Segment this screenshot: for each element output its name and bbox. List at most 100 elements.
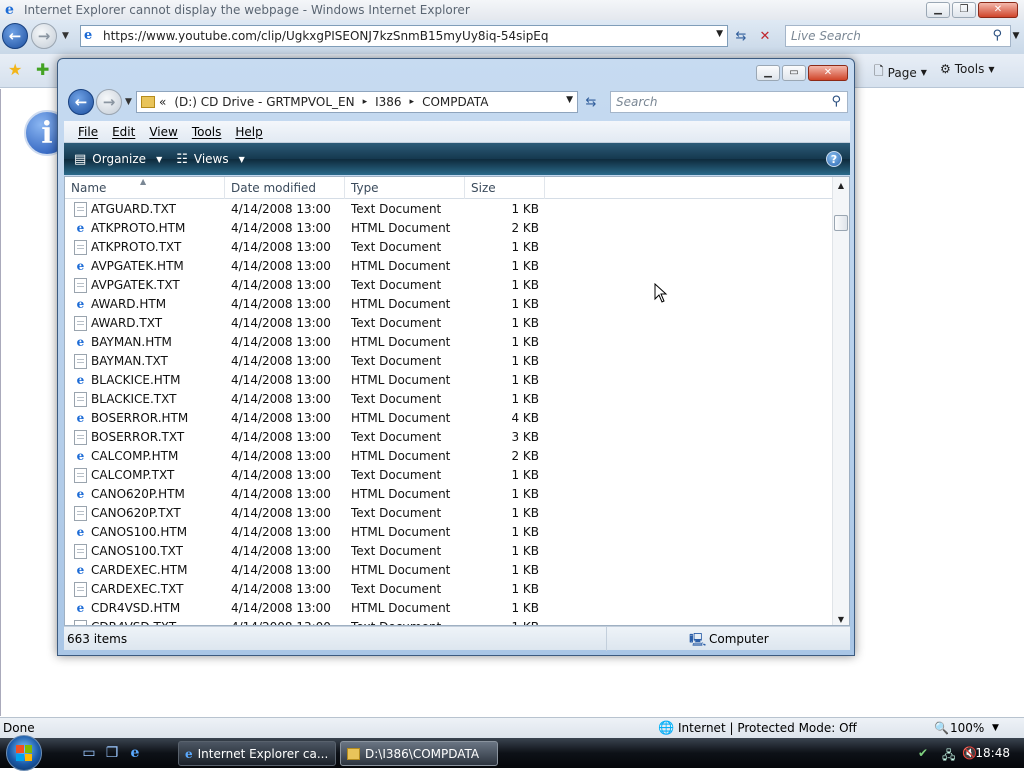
- file-date: 4/14/2008 13:00: [231, 297, 331, 311]
- taskbar-button-ie[interactable]: e Internet Explorer ca...: [178, 741, 336, 766]
- explorer-search-input[interactable]: Search ⚲: [610, 91, 848, 113]
- close-button[interactable]: ✕: [978, 2, 1018, 18]
- breadcrumb-separator-icon[interactable]: ▸: [363, 97, 368, 107]
- file-row[interactable]: CARDEXEC.TXT 4/14/2008 13:00 Text Document…: [65, 580, 833, 599]
- explorer-history-dropdown-icon[interactable]: ▼: [125, 97, 132, 107]
- breadcrumb-i386[interactable]: I386: [375, 95, 401, 109]
- add-favorites-icon[interactable]: ✚: [36, 60, 49, 79]
- url-field[interactable]: e https://www.youtube.com/clip/UgkxgPISE…: [80, 25, 728, 47]
- vertical-scrollbar[interactable]: ▲ ▼: [832, 177, 849, 625]
- maximize-button[interactable]: ❐: [952, 2, 976, 18]
- live-search-input[interactable]: Live Search ⚲: [785, 25, 1011, 47]
- menu-file[interactable]: File: [78, 125, 98, 139]
- zoom-level[interactable]: 100%: [950, 721, 984, 735]
- start-button[interactable]: [6, 735, 42, 771]
- file-row[interactable]: BOSERROR.TXT 4/14/2008 13:00 Text Document…: [65, 428, 833, 447]
- organize-button[interactable]: ▤ Organize ▼: [74, 152, 162, 167]
- clock[interactable]: 18:48: [975, 746, 1010, 760]
- views-button[interactable]: ☷ Views ▼: [176, 152, 245, 167]
- search-icon[interactable]: ⚲: [992, 28, 1002, 43]
- column-header-name[interactable]: ▲ Name: [65, 177, 225, 199]
- search-options-icon[interactable]: ▼: [1010, 25, 1022, 47]
- explorer-refresh-icon[interactable]: ⇆: [580, 91, 602, 113]
- scroll-thumb[interactable]: [834, 215, 848, 231]
- tools-dropdown-icon: ▼: [988, 64, 995, 74]
- tools-menu-button[interactable]: ⚙ Tools ▼: [940, 62, 994, 76]
- file-row[interactable]: AVPGATEK.TXT 4/14/2008 13:00 Text Document…: [65, 276, 833, 295]
- file-row[interactable]: CALCOMP.TXT 4/14/2008 13:00 Text Document 1…: [65, 466, 833, 485]
- file-row[interactable]: CDR4VSD.TXT 4/14/2008 13:00 Text Document1…: [65, 618, 833, 625]
- file-row[interactable]: e CDR4VSD.HTM 4/14/2008 13:00 HTML Document…: [65, 599, 833, 618]
- page-menu-button[interactable]: 🗋 Page ▼: [874, 62, 927, 83]
- stop-icon[interactable]: ✕: [754, 25, 776, 47]
- ie-quicklaunch-icon[interactable]: e: [127, 745, 143, 761]
- menu-view[interactable]: View: [149, 125, 177, 139]
- tray-network-icon[interactable]: 🖧: [942, 746, 955, 767]
- scroll-down-icon[interactable]: ▼: [833, 611, 849, 625]
- file-row[interactable]: e BOSERROR.HTM 4/14/2008 13:00 HTML Documen…: [65, 409, 833, 428]
- file-row[interactable]: e ATKPROTO.HTM 4/14/2008 13:00 HTML Documen…: [65, 219, 833, 238]
- breadcrumb-compdata[interactable]: COMPDATA: [422, 95, 488, 109]
- explorer-close-button[interactable]: ✕: [808, 65, 848, 81]
- file-row[interactable]: ATKPROTO.TXT 4/14/2008 13:00 Text Document…: [65, 238, 833, 257]
- column-header-type[interactable]: Type: [345, 177, 465, 199]
- show-desktop-icon[interactable]: ▭: [81, 745, 97, 761]
- file-date: 4/14/2008 13:00: [231, 618, 343, 625]
- forward-button[interactable]: →: [31, 23, 57, 49]
- taskbar-button-explorer[interactable]: D:\I386\COMPDATA: [340, 741, 498, 766]
- column-date-label: Date modified: [231, 181, 317, 195]
- breadcrumb-overflow-icon[interactable]: «: [159, 95, 166, 109]
- tray-update-icon[interactable]: ✔: [918, 746, 928, 760]
- file-row[interactable]: BAYMAN.TXT 4/14/2008 13:00 Text Document 1 …: [65, 352, 833, 371]
- file-type: Text Document: [351, 468, 442, 482]
- file-row[interactable]: BLACKICE.TXT 4/14/2008 13:00 Text Document…: [65, 390, 833, 409]
- favorites-star-icon[interactable]: ★: [8, 60, 22, 79]
- file-row[interactable]: AWARD.TXT 4/14/2008 13:00 Text Document 1 K…: [65, 314, 833, 333]
- scroll-up-icon[interactable]: ▲: [833, 177, 849, 193]
- file-row[interactable]: e CANO620P.HTM 4/14/2008 13:00 HTML Documen…: [65, 485, 833, 504]
- file-date: 4/14/2008 13:00: [231, 259, 331, 273]
- back-button[interactable]: ←: [2, 23, 28, 49]
- column-size-label: Size: [471, 181, 496, 195]
- breadcrumb-drive[interactable]: (D:) CD Drive - GRTMPVOL_EN: [174, 95, 354, 109]
- help-icon[interactable]: ?: [826, 151, 842, 167]
- explorer-maximize-button[interactable]: ▭: [782, 65, 806, 81]
- breadcrumb-dropdown-icon[interactable]: ▼: [566, 95, 573, 105]
- refresh-icon[interactable]: ⇆: [730, 25, 752, 47]
- file-row[interactable]: ATGUARD.TXT 4/14/2008 13:00 Text Document 1…: [65, 200, 833, 219]
- menu-help[interactable]: Help: [235, 125, 262, 139]
- column-header-size[interactable]: Size: [465, 177, 545, 199]
- file-row[interactable]: e BAYMAN.HTM 4/14/2008 13:00 HTML Document 1…: [65, 333, 833, 352]
- file-date: 4/14/2008 13:00: [231, 354, 331, 368]
- menu-tools[interactable]: Tools: [192, 125, 222, 139]
- explorer-minimize-button[interactable]: ▁: [756, 65, 780, 81]
- security-zone[interactable]: Internet | Protected Mode: Off: [678, 721, 857, 735]
- minimize-button[interactable]: ▁: [926, 2, 950, 18]
- file-row[interactable]: e AWARD.HTM 4/14/2008 13:00 HTML Document 1 …: [65, 295, 833, 314]
- url-dropdown-icon[interactable]: ▼: [716, 29, 723, 39]
- file-row[interactable]: e BLACKICE.HTM 4/14/2008 13:00 HTML Documen…: [65, 371, 833, 390]
- file-row[interactable]: e CANOS100.HTM 4/14/2008 13:00 HTML Documen…: [65, 523, 833, 542]
- switch-windows-icon[interactable]: ❐: [104, 745, 120, 761]
- organize-label: Organize: [92, 152, 147, 166]
- file-name: CARDEXEC.TXT: [91, 582, 184, 596]
- file-type: Text Document: [351, 430, 442, 444]
- explorer-breadcrumb[interactable]: « (D:) CD Drive - GRTMPVOL_EN ▸ I386 ▸ C…: [136, 91, 578, 113]
- zoom-dropdown-icon[interactable]: ▼: [992, 723, 999, 733]
- explorer-search-icon[interactable]: ⚲: [831, 94, 841, 109]
- file-date: 4/14/2008 13:00: [231, 449, 331, 463]
- explorer-back-button[interactable]: ←: [68, 89, 94, 115]
- file-row[interactable]: CANO620P.TXT 4/14/2008 13:00 Text Document…: [65, 504, 833, 523]
- explorer-forward-button[interactable]: →: [96, 89, 122, 115]
- explorer-command-bar: ▤ Organize ▼ ☷ Views ▼ ?: [64, 143, 850, 175]
- menu-edit[interactable]: Edit: [112, 125, 135, 139]
- globe-icon: 🌐: [658, 721, 675, 736]
- column-header-date[interactable]: Date modified: [225, 177, 345, 199]
- file-row[interactable]: CANOS100.TXT 4/14/2008 13:00 Text Document…: [65, 542, 833, 561]
- file-row[interactable]: e CARDEXEC.HTM 4/14/2008 13:00 HTML Documen…: [65, 561, 833, 580]
- history-dropdown-icon[interactable]: ▼: [62, 31, 69, 41]
- breadcrumb-separator-icon[interactable]: ▸: [410, 97, 415, 107]
- file-row[interactable]: e CALCOMP.HTM 4/14/2008 13:00 HTML Document…: [65, 447, 833, 466]
- file-row[interactable]: e AVPGATEK.HTM 4/14/2008 13:00 HTML Documen…: [65, 257, 833, 276]
- file-name: BOSERROR.TXT: [91, 430, 185, 444]
